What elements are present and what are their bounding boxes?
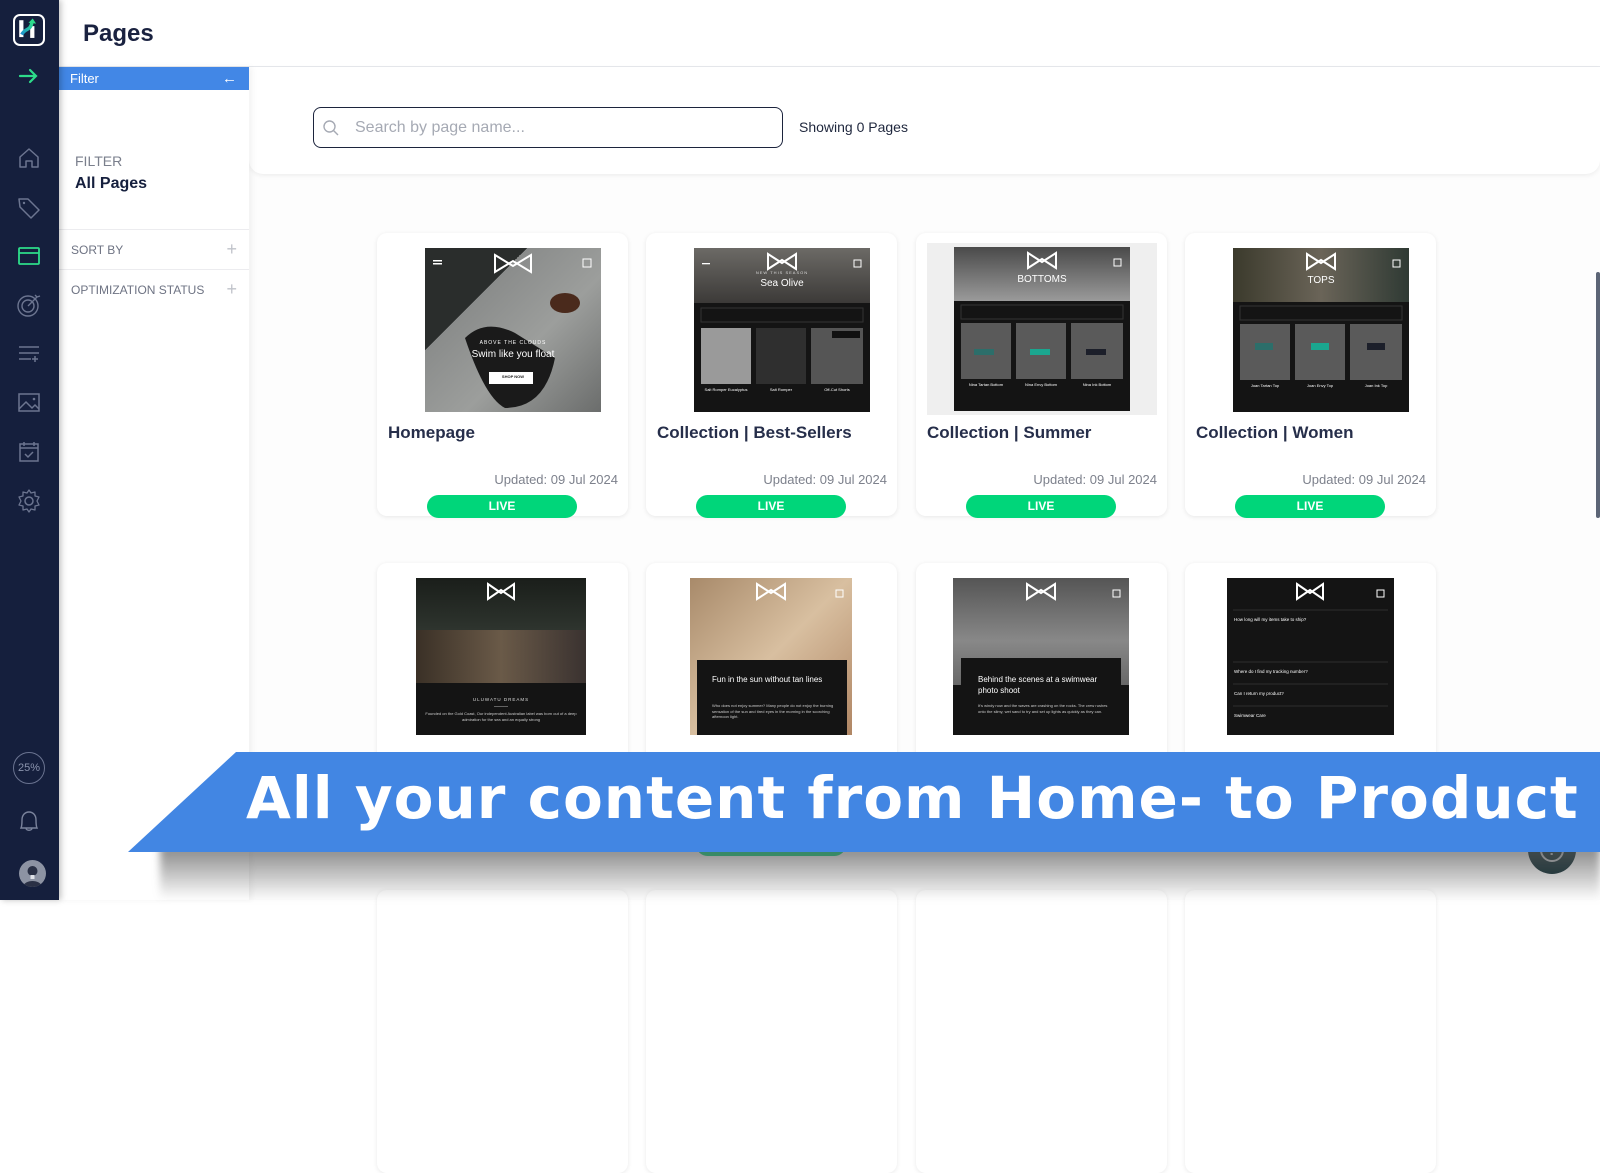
page-card-title[interactable]: Homepage <box>388 423 475 443</box>
thumb-headline: Behind the scenes at a swimwear photo sh… <box>978 674 1109 696</box>
page-card-updated: Updated: 09 Jul 2024 <box>1033 472 1157 487</box>
banner-shadow <box>160 845 1600 900</box>
thumb-cta: SHOP NOW <box>425 374 601 379</box>
expand-plus-icon[interactable]: + <box>226 239 237 260</box>
faq-question: Swimwear Care <box>1234 713 1266 718</box>
page-card[interactable]: ABOVE THE CLOUDS Swim like you float SHO… <box>377 233 628 516</box>
notification-bell-icon[interactable] <box>17 809 41 835</box>
thumb-body: Who does not enjoy summer? Many people d… <box>712 703 838 720</box>
thumb-product: Salt Romper Eucalyptus <box>701 387 751 392</box>
thumb-body: It's windy now and the waves are crashin… <box>978 703 1109 714</box>
faq-question: Where do I find my tracking number? <box>1234 669 1308 674</box>
page-card[interactable] <box>916 890 1167 1173</box>
thumb-headline: TOPS <box>1233 275 1409 286</box>
thumb-product: Salt Romper <box>756 387 806 392</box>
collapse-filter-arrow-icon[interactable]: ← <box>222 70 237 87</box>
banner-text: All your content from Home- to Product P… <box>246 764 1600 832</box>
thumb-product: Joan Envy Top <box>1295 383 1345 388</box>
search-input[interactable] <box>355 119 775 137</box>
filter-value[interactable]: All Pages <box>75 175 147 193</box>
calendar-check-icon[interactable] <box>16 439 42 465</box>
browser-window-icon[interactable] <box>16 243 42 269</box>
thumb-eyebrow: ABOVE THE CLOUDS <box>425 340 601 346</box>
optimization-status-label: OPTIMIZATION STATUS <box>71 283 204 297</box>
app-rail: 25% <box>0 0 59 900</box>
thumb-product: Joan Ink Top <box>1350 383 1402 388</box>
page-card-title[interactable]: Collection | Summer <box>927 423 1091 443</box>
vertical-scrollbar[interactable] <box>1596 272 1600 518</box>
promo-banner: All your content from Home- to Product P… <box>128 752 1600 852</box>
page-card-title[interactable]: Collection | Best-Sellers <box>657 423 852 443</box>
page-card-updated: Updated: 09 Jul 2024 <box>763 472 887 487</box>
page-thumbnail: BOTTOMS Nina Tartan Bottom Nina Envy Bot… <box>927 243 1157 415</box>
page-thumbnail: TOPS Joan Tartan Top Joan Envy Top Joan … <box>1233 248 1409 412</box>
search-toolbar: Showing 0 Pages <box>249 67 1600 174</box>
page-thumbnail: Behind the scenes at a swimwear photo sh… <box>953 578 1129 735</box>
page-header: Pages <box>59 0 1600 67</box>
thumb-headline: Fun in the sun without tan lines <box>712 674 838 685</box>
expand-sidebar-icon[interactable] <box>17 64 41 88</box>
page-card[interactable]: BOTTOMS Nina Tartan Bottom Nina Envy Bot… <box>916 233 1167 516</box>
expand-plus-icon[interactable]: + <box>226 279 237 300</box>
page-card[interactable]: TOPS Joan Tartan Top Joan Envy Top Joan … <box>1185 233 1436 516</box>
page-card-updated: Updated: 09 Jul 2024 <box>494 472 618 487</box>
thumb-product: Nina Envy Bottom <box>1016 382 1066 387</box>
playlist-add-icon[interactable] <box>16 341 42 367</box>
page-thumbnail: How long will my items take to ship? Whe… <box>1227 578 1394 735</box>
app-logo-icon[interactable] <box>13 14 45 46</box>
thumb-body: Founded on the Gold Coast, Our independe… <box>422 711 580 723</box>
page-card[interactable] <box>377 890 628 1173</box>
page-card[interactable] <box>646 890 897 1173</box>
sort-by-label: SORT BY <box>71 243 123 257</box>
filter-bar[interactable]: Filter ← <box>59 67 249 90</box>
user-avatar[interactable] <box>19 860 46 887</box>
thumb-headline: ULUWATU DREAMS <box>416 697 586 702</box>
thumb-product: Off-Cut Shorts <box>811 387 863 392</box>
page-card-updated: Updated: 09 Jul 2024 <box>1302 472 1426 487</box>
page-thumbnail: NEW THIS SEASON Sea Olive Salt Romper Eu… <box>694 248 870 412</box>
page-thumbnail: ULUWATU DREAMS Founded on the Gold Coast… <box>416 578 586 735</box>
status-badge: LIVE <box>966 495 1116 518</box>
thumb-headline: Sea Olive <box>694 278 870 289</box>
filter-label: FILTER <box>75 153 147 169</box>
page-title: Pages <box>83 20 154 48</box>
thumb-headline: Swim like you float <box>425 349 601 360</box>
gear-icon[interactable] <box>16 488 42 514</box>
sort-by-section[interactable]: SORT BY + <box>59 229 249 269</box>
page-thumbnail: ABOVE THE CLOUDS Swim like you float SHO… <box>425 248 601 412</box>
status-badge: LIVE <box>1235 495 1385 518</box>
home-icon[interactable] <box>16 145 42 171</box>
image-icon[interactable] <box>16 390 42 416</box>
thumb-eyebrow: NEW THIS SEASON <box>694 270 870 275</box>
target-icon[interactable] <box>16 292 42 318</box>
page-card[interactable] <box>1185 890 1436 1173</box>
page-card[interactable]: NEW THIS SEASON Sea Olive Salt Romper Eu… <box>646 233 897 516</box>
page-card-title[interactable]: Collection | Women <box>1196 423 1353 443</box>
thumb-product: Nina Tartan Bottom <box>961 382 1011 387</box>
filter-bar-label: Filter <box>70 71 99 86</box>
current-filter: FILTER All Pages <box>75 153 147 193</box>
search-icon <box>322 119 340 137</box>
search-box[interactable] <box>313 107 783 148</box>
setup-progress-indicator[interactable]: 25% <box>13 752 45 784</box>
thumb-product: Nina Ink Bottom <box>1071 382 1123 387</box>
faq-question: How long will my items take to ship? <box>1234 617 1306 622</box>
tag-icon[interactable] <box>16 195 42 221</box>
page-thumbnail: Fun in the sun without tan lines Who doe… <box>690 578 852 735</box>
thumb-headline: BOTTOMS <box>954 274 1130 285</box>
results-count: Showing 0 Pages <box>799 119 908 135</box>
thumb-product: Joan Tartan Top <box>1240 383 1290 388</box>
faq-question: Can I return my product? <box>1234 691 1284 696</box>
status-badge: LIVE <box>427 495 577 518</box>
optimization-status-section[interactable]: OPTIMIZATION STATUS + <box>59 269 249 309</box>
status-badge: LIVE <box>696 495 846 518</box>
